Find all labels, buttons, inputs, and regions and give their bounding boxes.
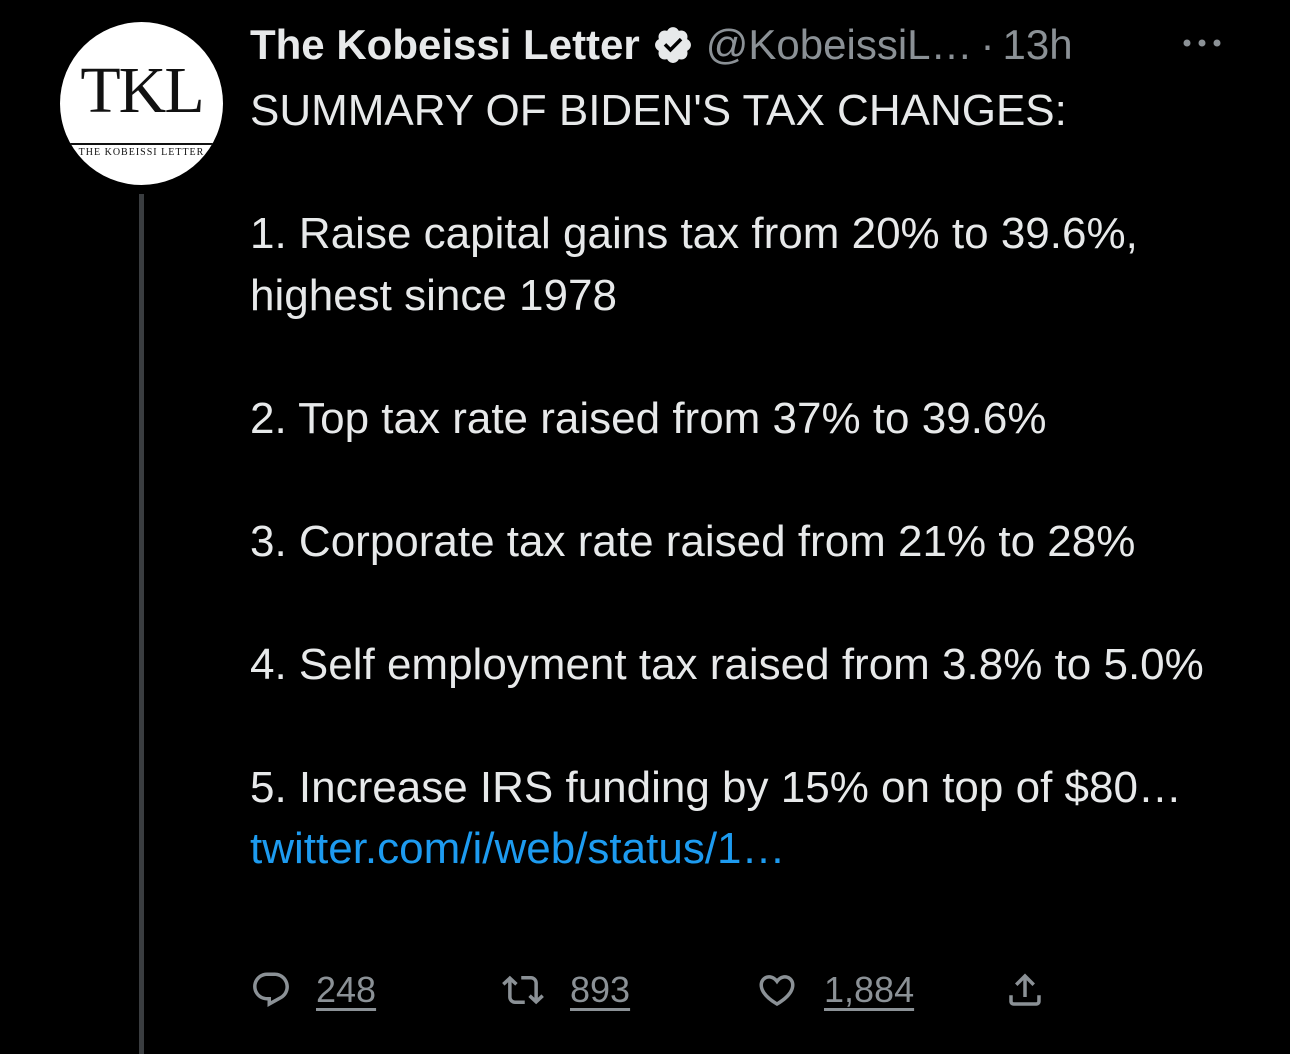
- reply-icon: [253, 972, 289, 1007]
- tweet-item: 1. Raise capital gains tax from 20% to 3…: [250, 209, 1138, 320]
- more-options-icon[interactable]: [1178, 26, 1226, 60]
- retweet-button[interactable]: 893: [500, 962, 630, 1018]
- tweet-link[interactable]: twitter.com/i/web/status/1…: [250, 824, 786, 873]
- tweet-item: 3. Corporate tax rate raised from 21% to…: [250, 516, 1136, 566]
- reply-count: 248: [316, 969, 377, 1010]
- action-bar: 248 893 1,884: [250, 962, 1250, 1018]
- avatar-caption: THE KOBEISSI LETTER: [78, 147, 205, 158]
- timestamp[interactable]: 13h: [1003, 21, 1073, 69]
- thread-connector-line: [139, 194, 144, 1054]
- share-button[interactable]: [1004, 962, 1046, 1018]
- tweet-item-text: 5. Increase IRS funding by 15% on top of…: [250, 762, 1182, 812]
- like-count: 1,884: [824, 969, 915, 1010]
- tweet-item-last: 5. Increase IRS funding by 15% on top of…: [250, 757, 1260, 880]
- avatar-monogram: TKL: [80, 54, 204, 127]
- share-icon: [1009, 973, 1041, 1006]
- reply-button[interactable]: 248: [250, 962, 376, 1018]
- verified-badge-icon: [654, 27, 691, 63]
- header-separator: ·: [980, 21, 995, 68]
- retweet-count: 893: [570, 969, 631, 1010]
- tweet-item: 4. Self employment tax raised from 3.8% …: [250, 639, 1204, 689]
- avatar[interactable]: TKL THE KOBEISSI LETTER: [60, 22, 223, 185]
- heart-icon: [759, 975, 795, 1007]
- tweet-item: 2. Top tax rate raised from 37% to 39.6%: [250, 393, 1047, 443]
- tweet-heading: SUMMARY OF BIDEN'S TAX CHANGES:: [250, 86, 1067, 135]
- like-button[interactable]: 1,884: [754, 962, 914, 1018]
- avatar-divider: [62, 143, 221, 145]
- retweet-icon: [502, 975, 544, 1005]
- tweet-text: SUMMARY OF BIDEN'S TAX CHANGES: 1. Raise…: [250, 80, 1260, 880]
- display-name[interactable]: The Kobeissi Letter: [250, 21, 640, 69]
- handle[interactable]: @KobeissiL…: [706, 21, 973, 69]
- tweet-header: The Kobeissi Letter @KobeissiL… · 13h: [250, 18, 1073, 72]
